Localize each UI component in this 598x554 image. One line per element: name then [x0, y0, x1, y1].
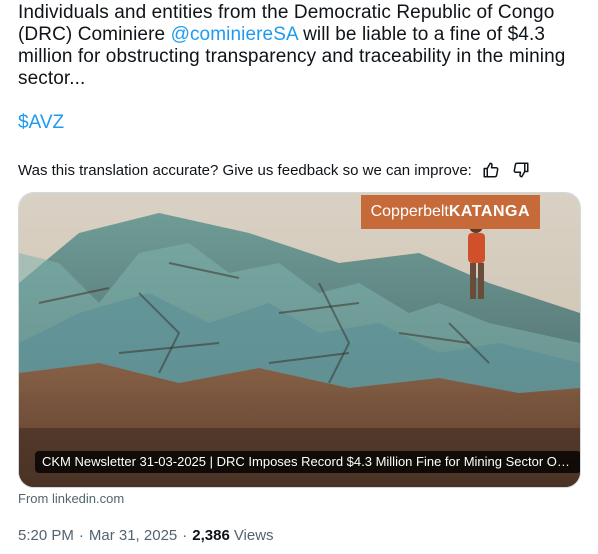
separator-dot: · [182, 527, 188, 544]
link-card[interactable]: CopperbeltKATANGA CKM Newsletter 31-03-2… [18, 192, 581, 488]
separator-dot: · [78, 527, 84, 544]
views-count[interactable]: 2,386 [192, 527, 230, 544]
card-watermark: CopperbeltKATANGA [360, 195, 540, 229]
translation-feedback: Was this translation accurate? Give us f… [18, 159, 532, 181]
cashtag-link[interactable]: $AVZ [18, 112, 64, 134]
tweet-time[interactable]: 5:20 PM [18, 527, 74, 544]
views-label: Views [233, 527, 274, 544]
tweet-text: Individuals and entities from the Democr… [18, 2, 583, 90]
tweet-meta: 5:20 PM · Mar 31, 2025 · 2,386 Views [18, 527, 274, 544]
thumbs-down-icon[interactable] [510, 159, 532, 181]
card-source[interactable]: From linkedin.com [18, 491, 124, 506]
translation-feedback-prompt: Was this translation accurate? Give us f… [18, 161, 472, 179]
thumbs-up-icon[interactable] [480, 159, 502, 181]
card-image [19, 193, 580, 487]
tweet-date[interactable]: Mar 31, 2025 [89, 527, 177, 544]
card-title: CKM Newsletter 31-03-2025 | DRC Imposes … [35, 451, 580, 473]
mention-link[interactable]: @cominiereSA [171, 24, 298, 45]
